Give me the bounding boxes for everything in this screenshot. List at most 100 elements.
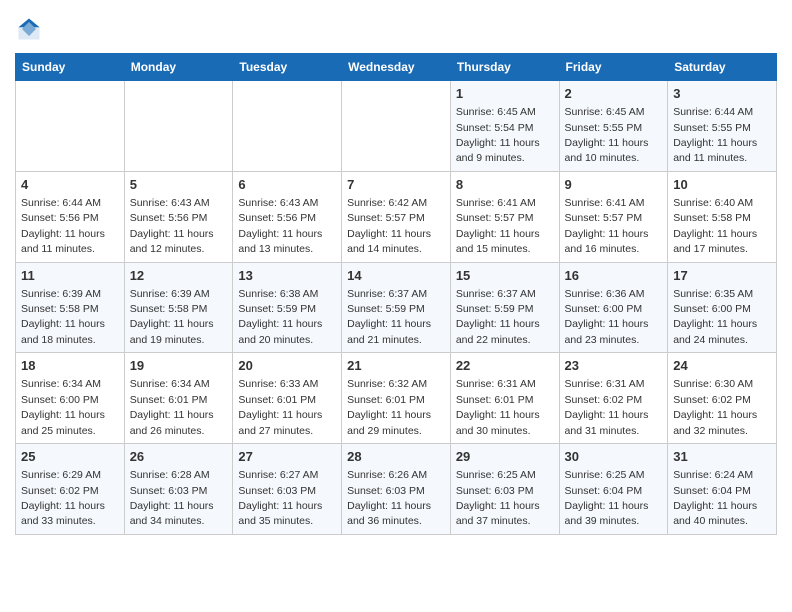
header-cell-monday: Monday: [124, 54, 233, 81]
day-detail: Sunrise: 6:42 AM Sunset: 5:57 PM Dayligh…: [347, 197, 431, 255]
day-detail: Sunrise: 6:43 AM Sunset: 5:56 PM Dayligh…: [238, 197, 322, 255]
day-number: 22: [456, 357, 554, 375]
calendar-table: SundayMondayTuesdayWednesdayThursdayFrid…: [15, 53, 777, 535]
day-detail: Sunrise: 6:36 AM Sunset: 6:00 PM Dayligh…: [565, 288, 649, 346]
day-cell: 27Sunrise: 6:27 AM Sunset: 6:03 PM Dayli…: [233, 444, 342, 535]
header-cell-tuesday: Tuesday: [233, 54, 342, 81]
day-number: 27: [238, 448, 336, 466]
day-number: 16: [565, 267, 663, 285]
day-cell: 18 Sunrise: 6:34 AM Sunset: 6:00 PM Dayli…: [16, 353, 125, 444]
day-cell: 14 Sunrise: 6:37 AM Sunset: 5:59 PM Dayli…: [342, 262, 451, 353]
day-cell: 26 Sunrise: 6:28 AM Sunset: 6:03 PM Dayli…: [124, 444, 233, 535]
header-row: SundayMondayTuesdayWednesdayThursdayFrid…: [16, 54, 777, 81]
day-number: 18: [21, 357, 119, 375]
day-cell: 22 Sunrise: 6:31 AM Sunset: 6:01 PM Dayli…: [450, 353, 559, 444]
day-detail: Sunrise: 6:41 AM Sunset: 5:57 PM Dayligh…: [565, 197, 649, 255]
day-cell: 6Sunrise: 6:43 AM Sunset: 5:56 PM Daylig…: [233, 171, 342, 262]
day-detail: Sunrise: 6:31 AM Sunset: 6:02 PM Dayligh…: [565, 378, 649, 436]
day-number: 15: [456, 267, 554, 285]
day-cell: 8Sunrise: 6:41 AM Sunset: 5:57 PM Daylig…: [450, 171, 559, 262]
day-cell: 20 Sunrise: 6:33 AM Sunset: 6:01 PM Dayli…: [233, 353, 342, 444]
day-detail: Sunrise: 6:25 AM Sunset: 6:04 PM Dayligh…: [565, 469, 649, 527]
header-cell-sunday: Sunday: [16, 54, 125, 81]
day-detail: Sunrise: 6:37 AM Sunset: 5:59 PM Dayligh…: [347, 288, 431, 346]
day-number: 21: [347, 357, 445, 375]
day-number: 28: [347, 448, 445, 466]
day-cell: 9 Sunrise: 6:41 AM Sunset: 5:57 PM Daylig…: [559, 171, 668, 262]
day-number: 3: [673, 85, 771, 103]
day-number: 9: [565, 176, 663, 194]
day-number: 2: [565, 85, 663, 103]
day-number: 19: [130, 357, 228, 375]
day-cell: 12 Sunrise: 6:39 AM Sunset: 5:58 PM Dayli…: [124, 262, 233, 353]
day-detail: Sunrise: 6:45 AM Sunset: 5:54 PM Dayligh…: [456, 106, 540, 164]
day-number: 25: [21, 448, 119, 466]
day-cell: 15 Sunrise: 6:37 AM Sunset: 5:59 PM Dayli…: [450, 262, 559, 353]
logo-icon: [15, 15, 43, 43]
day-detail: Sunrise: 6:40 AM Sunset: 5:58 PM Dayligh…: [673, 197, 757, 255]
week-row-3: 11 Sunrise: 6:39 AM Sunset: 5:58 PM Dayli…: [16, 262, 777, 353]
day-detail: Sunrise: 6:45 AM Sunset: 5:55 PM Dayligh…: [565, 106, 649, 164]
day-cell: 28 Sunrise: 6:26 AM Sunset: 6:03 PM Dayli…: [342, 444, 451, 535]
day-cell: 19 Sunrise: 6:34 AM Sunset: 6:01 PM Dayli…: [124, 353, 233, 444]
day-number: 10: [673, 176, 771, 194]
day-cell: 13 Sunrise: 6:38 AM Sunset: 5:59 PM Dayli…: [233, 262, 342, 353]
day-cell: 11Sunrise: 6:39 AM Sunset: 5:58 PM Dayli…: [16, 262, 125, 353]
day-number: 8: [456, 176, 554, 194]
day-detail: Sunrise: 6:44 AM Sunset: 5:56 PM Dayligh…: [21, 197, 105, 255]
day-detail: Sunrise: 6:31 AM Sunset: 6:01 PM Dayligh…: [456, 378, 540, 436]
day-detail: Sunrise: 6:43 AM Sunset: 5:56 PM Dayligh…: [130, 197, 214, 255]
day-detail: Sunrise: 6:26 AM Sunset: 6:03 PM Dayligh…: [347, 469, 431, 527]
day-number: 26: [130, 448, 228, 466]
day-number: 11: [21, 267, 119, 285]
day-cell: 29 Sunrise: 6:25 AM Sunset: 6:03 PM Dayli…: [450, 444, 559, 535]
day-cell: 24 Sunrise: 6:30 AM Sunset: 6:02 PM Dayli…: [668, 353, 777, 444]
week-row-1: 1 Sunrise: 6:45 AM Sunset: 5:54 PM Daylig…: [16, 81, 777, 172]
day-number: 23: [565, 357, 663, 375]
day-number: 1: [456, 85, 554, 103]
day-cell: [342, 81, 451, 172]
day-cell: 17 Sunrise: 6:35 AM Sunset: 6:00 PM Dayli…: [668, 262, 777, 353]
day-number: 30: [565, 448, 663, 466]
day-number: 24: [673, 357, 771, 375]
day-detail: Sunrise: 6:34 AM Sunset: 6:00 PM Dayligh…: [21, 378, 105, 436]
week-row-2: 4Sunrise: 6:44 AM Sunset: 5:56 PM Daylig…: [16, 171, 777, 262]
day-detail: Sunrise: 6:25 AM Sunset: 6:03 PM Dayligh…: [456, 469, 540, 527]
header-cell-thursday: Thursday: [450, 54, 559, 81]
day-cell: 7 Sunrise: 6:42 AM Sunset: 5:57 PM Daylig…: [342, 171, 451, 262]
day-cell: [233, 81, 342, 172]
logo: [15, 15, 47, 43]
day-number: 17: [673, 267, 771, 285]
day-cell: [16, 81, 125, 172]
day-cell: 25Sunrise: 6:29 AM Sunset: 6:02 PM Dayli…: [16, 444, 125, 535]
day-cell: 23 Sunrise: 6:31 AM Sunset: 6:02 PM Dayli…: [559, 353, 668, 444]
day-number: 13: [238, 267, 336, 285]
page-header: [15, 15, 777, 43]
day-cell: 3 Sunrise: 6:44 AM Sunset: 5:55 PM Daylig…: [668, 81, 777, 172]
day-number: 29: [456, 448, 554, 466]
day-number: 20: [238, 357, 336, 375]
day-detail: Sunrise: 6:34 AM Sunset: 6:01 PM Dayligh…: [130, 378, 214, 436]
week-row-5: 25Sunrise: 6:29 AM Sunset: 6:02 PM Dayli…: [16, 444, 777, 535]
day-number: 5: [130, 176, 228, 194]
day-detail: Sunrise: 6:33 AM Sunset: 6:01 PM Dayligh…: [238, 378, 322, 436]
day-detail: Sunrise: 6:39 AM Sunset: 5:58 PM Dayligh…: [130, 288, 214, 346]
day-detail: Sunrise: 6:37 AM Sunset: 5:59 PM Dayligh…: [456, 288, 540, 346]
day-detail: Sunrise: 6:44 AM Sunset: 5:55 PM Dayligh…: [673, 106, 757, 164]
day-number: 7: [347, 176, 445, 194]
day-cell: 30 Sunrise: 6:25 AM Sunset: 6:04 PM Dayli…: [559, 444, 668, 535]
day-cell: 1 Sunrise: 6:45 AM Sunset: 5:54 PM Daylig…: [450, 81, 559, 172]
week-row-4: 18 Sunrise: 6:34 AM Sunset: 6:00 PM Dayli…: [16, 353, 777, 444]
day-cell: 31Sunrise: 6:24 AM Sunset: 6:04 PM Dayli…: [668, 444, 777, 535]
day-cell: 21Sunrise: 6:32 AM Sunset: 6:01 PM Dayli…: [342, 353, 451, 444]
day-detail: Sunrise: 6:24 AM Sunset: 6:04 PM Dayligh…: [673, 469, 757, 527]
header-cell-wednesday: Wednesday: [342, 54, 451, 81]
day-cell: 5 Sunrise: 6:43 AM Sunset: 5:56 PM Daylig…: [124, 171, 233, 262]
day-number: 12: [130, 267, 228, 285]
day-detail: Sunrise: 6:35 AM Sunset: 6:00 PM Dayligh…: [673, 288, 757, 346]
day-number: 14: [347, 267, 445, 285]
day-detail: Sunrise: 6:30 AM Sunset: 6:02 PM Dayligh…: [673, 378, 757, 436]
day-detail: Sunrise: 6:38 AM Sunset: 5:59 PM Dayligh…: [238, 288, 322, 346]
day-cell: [124, 81, 233, 172]
day-detail: Sunrise: 6:28 AM Sunset: 6:03 PM Dayligh…: [130, 469, 214, 527]
